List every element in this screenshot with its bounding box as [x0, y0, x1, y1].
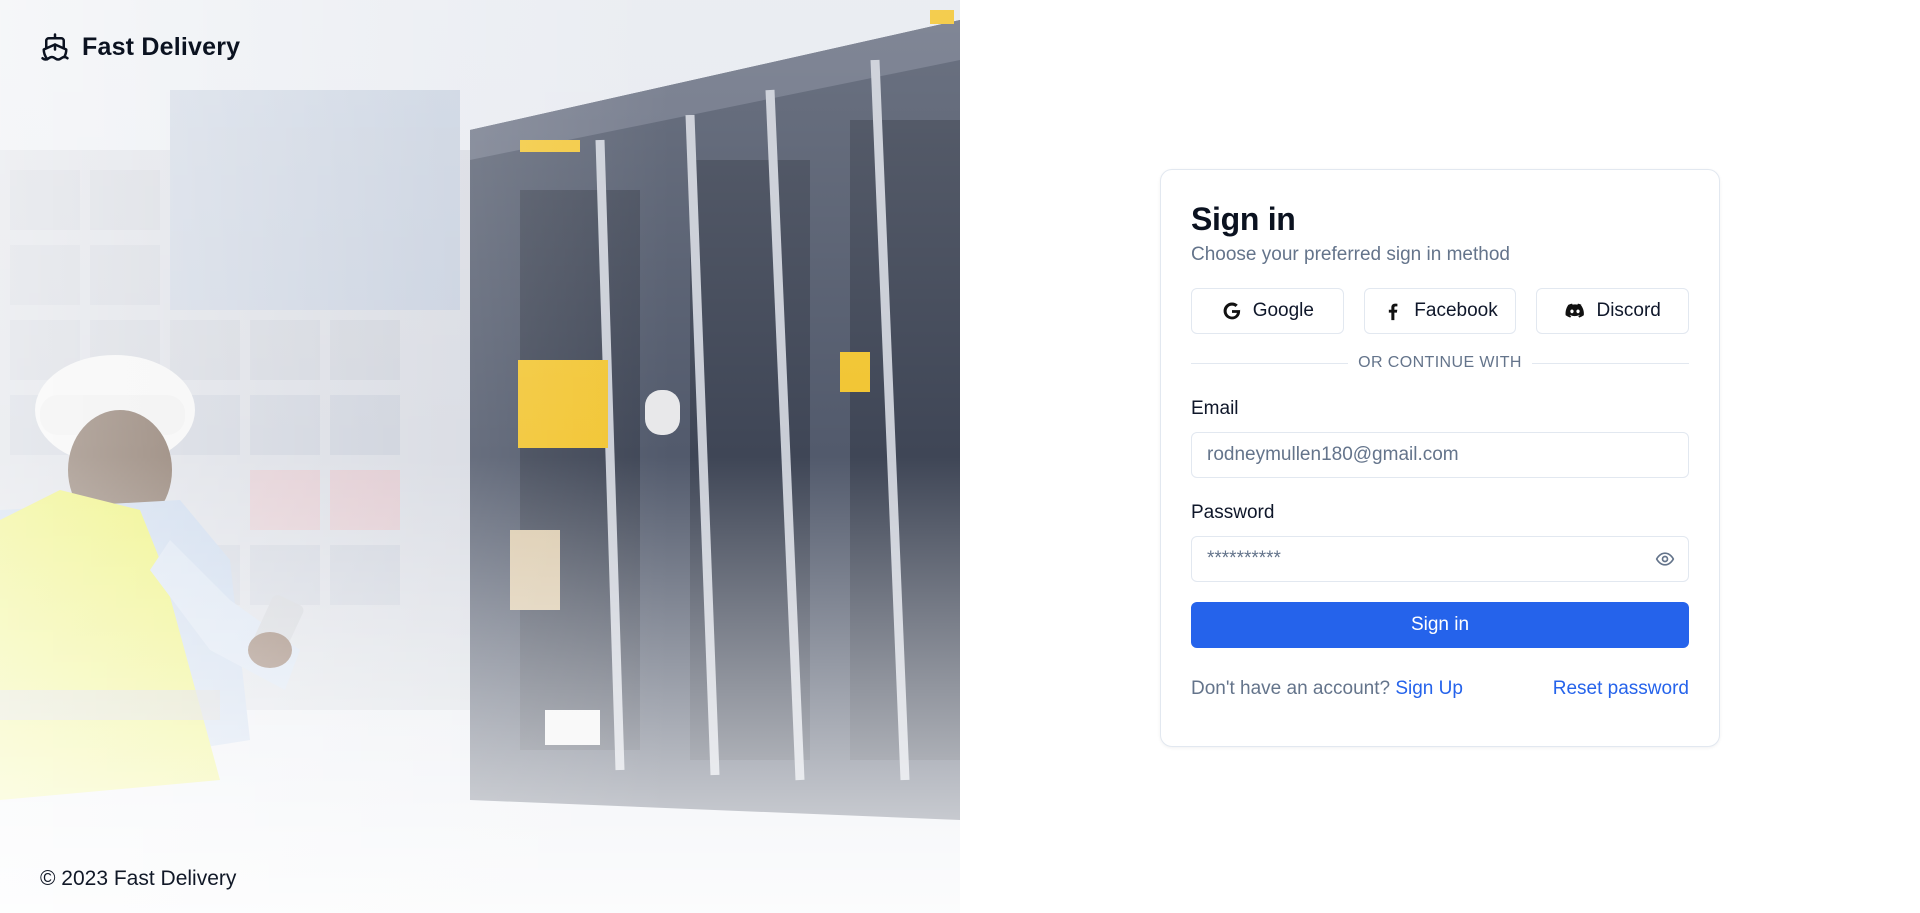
sign-in-button[interactable]: Sign in — [1191, 602, 1689, 649]
email-field-wrapper — [1191, 432, 1689, 479]
hero-panel: Fast Delivery © 2023 Fast Delivery — [0, 0, 960, 913]
or-divider: OR CONTINUE WITH — [1191, 352, 1690, 374]
password-field-wrapper — [1191, 536, 1689, 583]
google-icon — [1221, 300, 1243, 322]
auth-panel: Sign in Choose your preferred sign in me… — [960, 0, 1920, 913]
sign-in-card: Sign in Choose your preferred sign in me… — [1160, 169, 1720, 747]
sign-up-link[interactable]: Sign Up — [1395, 678, 1463, 699]
brand-name: Fast Delivery — [82, 32, 241, 61]
ship-icon — [40, 32, 70, 62]
page-subtitle: Choose your preferred sign in method — [1191, 244, 1510, 266]
reset-password-link[interactable]: Reset password — [1553, 678, 1689, 700]
facebook-sign-in-button[interactable]: Facebook — [1363, 288, 1517, 335]
sign-in-page: Fast Delivery © 2023 Fast Delivery Sign … — [0, 0, 1920, 913]
brand-logo[interactable]: Fast Delivery — [40, 32, 240, 62]
discord-sign-in-button[interactable]: Discord — [1536, 288, 1690, 335]
copyright-text: © 2023 Fast Delivery — [40, 867, 237, 890]
social-sign-in-group: Google Facebook Discord — [1191, 288, 1690, 335]
discord-label: Discord — [1596, 300, 1661, 322]
divider-text: OR CONTINUE WITH — [1358, 354, 1522, 372]
facebook-icon — [1382, 300, 1404, 322]
password-label: Password — [1191, 502, 1275, 524]
facebook-label: Facebook — [1414, 300, 1498, 322]
no-account-text: Don't have an account? — [1191, 678, 1391, 700]
email-label: Email — [1191, 398, 1239, 420]
signup-prompt: Don't have an account? Sign Up — [1191, 678, 1463, 700]
page-title: Sign in — [1191, 201, 1296, 237]
auth-footer: Don't have an account? Sign Up Reset pas… — [1191, 678, 1689, 700]
discord-icon — [1564, 300, 1586, 322]
google-label: Google — [1252, 300, 1314, 322]
password-field[interactable] — [1191, 536, 1689, 583]
email-field[interactable] — [1191, 432, 1689, 479]
eye-icon[interactable] — [1655, 549, 1675, 569]
google-sign-in-button[interactable]: Google — [1191, 288, 1344, 335]
